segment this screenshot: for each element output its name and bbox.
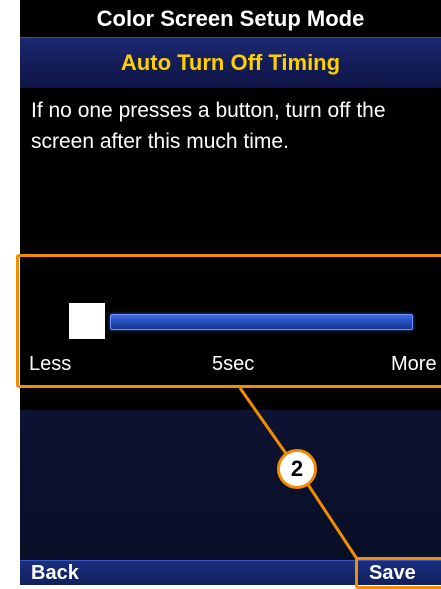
back-button[interactable]: Back: [31, 561, 79, 585]
slider-max-label: More: [391, 353, 437, 375]
device-screen: Color Screen Setup Mode Auto Turn Off Ti…: [20, 0, 441, 585]
empty-panel: [20, 410, 441, 560]
screen-title: Color Screen Setup Mode: [20, 0, 441, 37]
slider-min-label: Less: [29, 353, 72, 375]
slider-thumb[interactable]: [69, 303, 105, 339]
slider-value-label: 5sec: [212, 353, 255, 375]
screen-subtitle: Auto Turn Off Timing: [20, 37, 441, 88]
timing-slider-panel: Less 5sec More: [20, 255, 441, 385]
save-button[interactable]: Save: [369, 561, 416, 585]
callout-number-badge: 2: [277, 449, 317, 489]
instruction-text: If no one presses a button, turn off the…: [31, 99, 386, 153]
softkey-bar: Back Save: [20, 560, 441, 585]
slider-track[interactable]: [110, 314, 413, 330]
